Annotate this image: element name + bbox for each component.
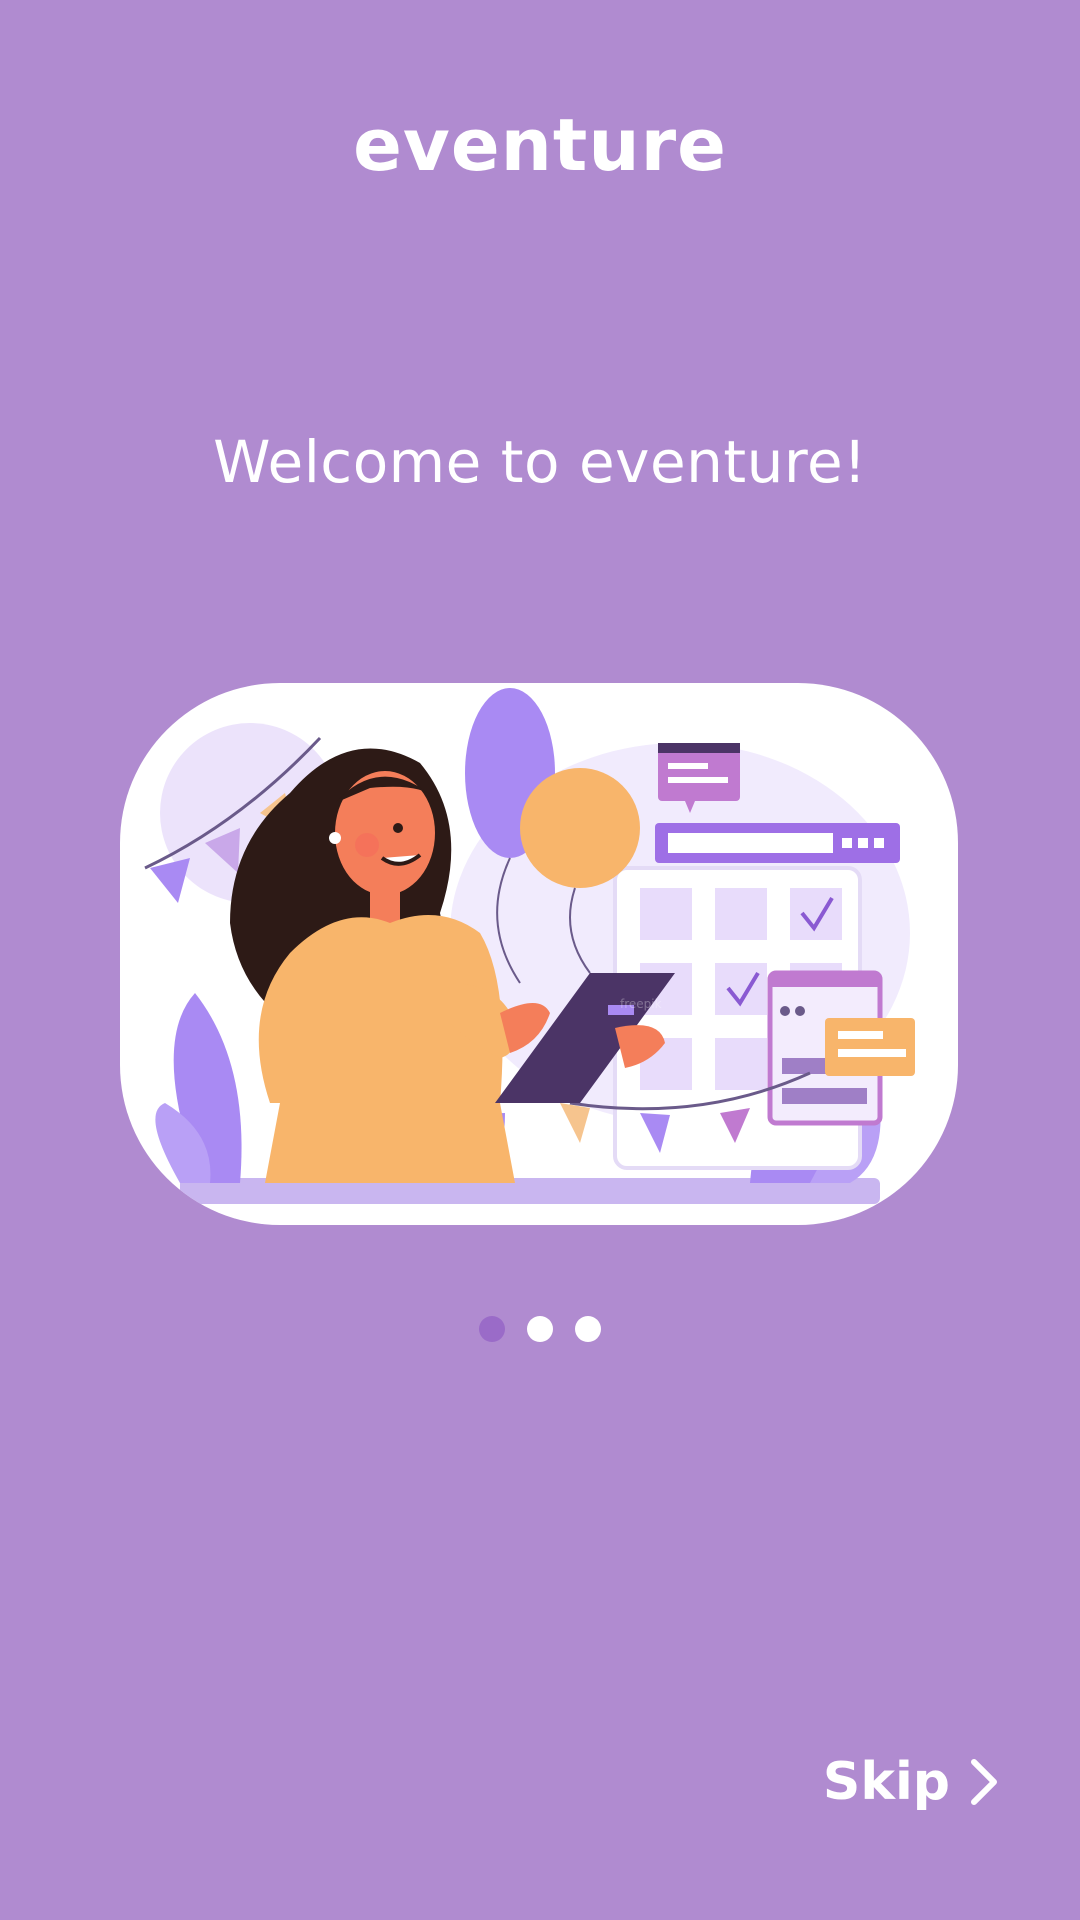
page-dot-3[interactable] bbox=[575, 1316, 601, 1342]
onboarding-screen: eventure Welcome to eventure! freepik Sk… bbox=[0, 0, 1080, 1920]
page-dot-2[interactable] bbox=[527, 1316, 553, 1342]
skip-label: Skip bbox=[822, 1752, 950, 1812]
skip-button[interactable]: Skip bbox=[823, 1752, 1002, 1812]
app-title: eventure bbox=[353, 103, 727, 187]
onboarding-illustration: freepik bbox=[120, 683, 958, 1225]
welcome-headline: Welcome to eventure! bbox=[213, 428, 867, 496]
woman-with-tablet-calendar-illustration: freepik bbox=[144, 688, 915, 1204]
chevron-right-icon bbox=[966, 1756, 1002, 1808]
svg-text:freepik: freepik bbox=[620, 997, 662, 1011]
page-indicator bbox=[0, 1316, 1080, 1342]
page-dot-1[interactable] bbox=[479, 1316, 505, 1342]
